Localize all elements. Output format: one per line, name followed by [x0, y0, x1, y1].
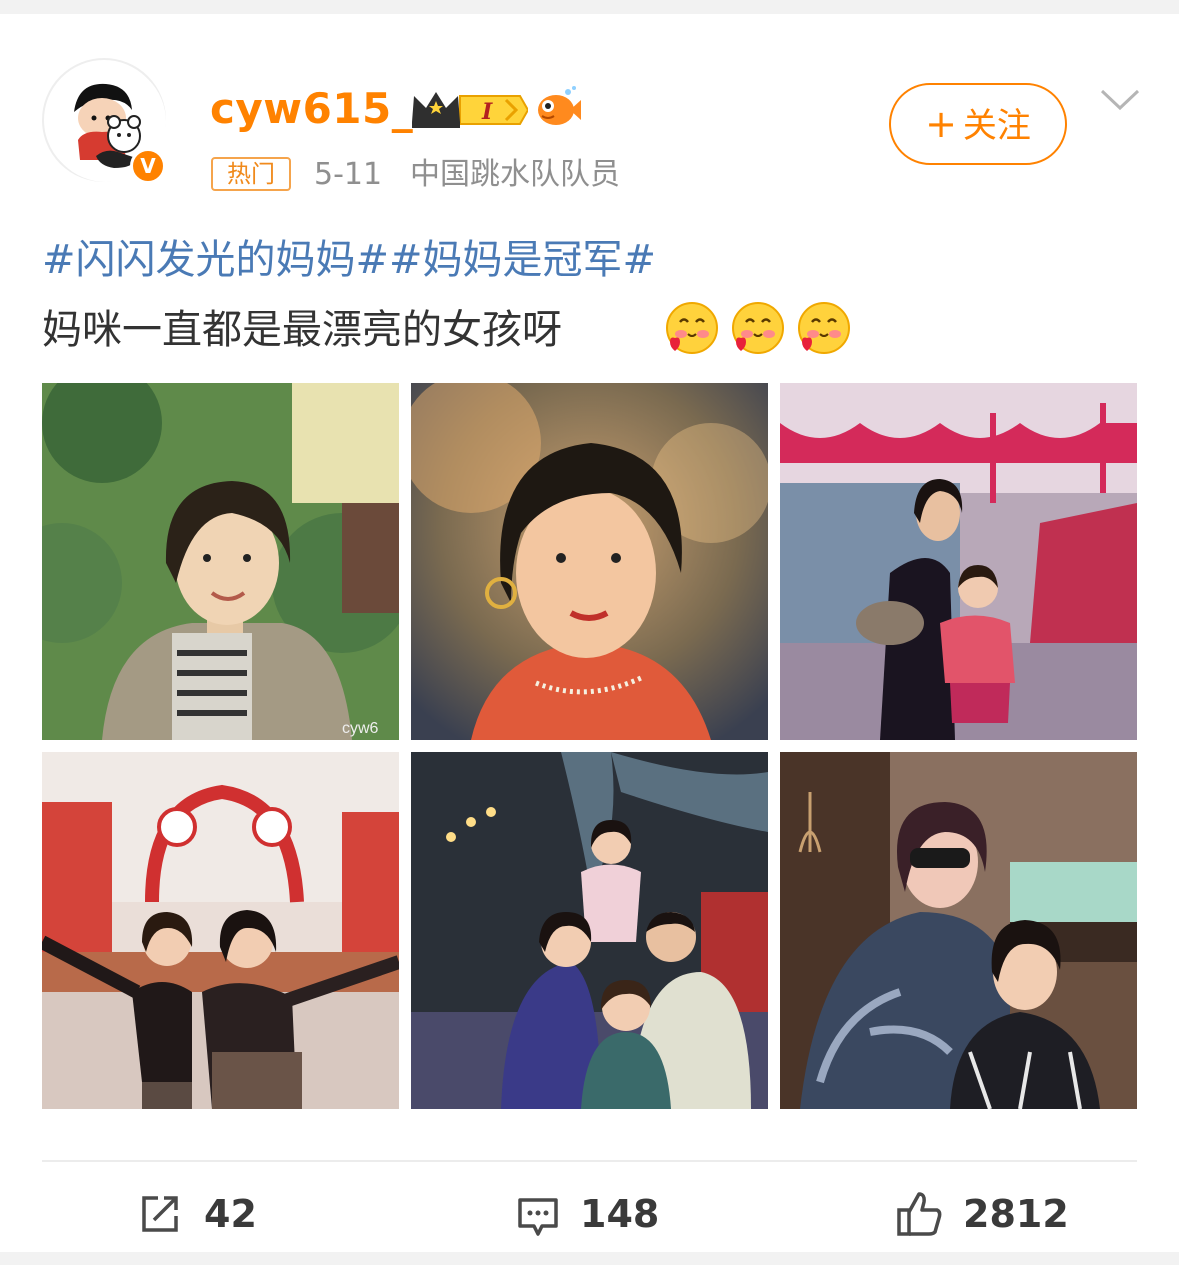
- level-badge: I: [481, 99, 493, 125]
- thumbs-up-icon: [897, 1192, 942, 1236]
- repost-icon: [142, 1196, 178, 1232]
- username[interactable]: cyw615_: [210, 84, 413, 134]
- photo-4[interactable]: [42, 752, 399, 1109]
- love-face-emoji-icon: [798, 302, 850, 354]
- top-separator: [0, 0, 1179, 14]
- fish-icon: [538, 86, 581, 125]
- follow-button[interactable]: + 关注: [889, 83, 1067, 165]
- like-count: 2812: [963, 1192, 1069, 1236]
- photo-1[interactable]: cyw6: [42, 383, 399, 740]
- crown-icon: I: [412, 92, 530, 128]
- bottom-separator: [0, 1252, 1179, 1265]
- fish-badge[interactable]: [534, 86, 582, 134]
- member-crown-badge[interactable]: I: [408, 88, 530, 136]
- plus-icon: +: [925, 102, 957, 146]
- follow-label: 关注: [962, 106, 1031, 146]
- repost-button[interactable]: 42: [138, 1184, 278, 1244]
- repost-count: 42: [204, 1192, 257, 1236]
- hashtags[interactable]: #闪闪发光的妈妈##妈妈是冠军#: [42, 234, 656, 286]
- weibo-post-card: V cyw615_ I 热门 5-11 中国跳水队队员 + 关注 #闪闪发光的妈…: [0, 14, 1179, 1252]
- user-description: 中国跳水队队员: [410, 157, 620, 192]
- emoji-row: [664, 300, 862, 360]
- like-button[interactable]: 2812: [895, 1184, 1075, 1244]
- post-date: 5-11: [314, 157, 383, 192]
- more-options-button[interactable]: [1100, 88, 1140, 116]
- comment-icon: [518, 1198, 558, 1236]
- love-face-emoji-icon: [732, 302, 784, 354]
- verified-badge: V: [130, 148, 166, 184]
- photo-6[interactable]: [780, 752, 1137, 1109]
- photo-5[interactable]: [411, 752, 768, 1109]
- action-divider: [42, 1160, 1137, 1162]
- post-body: 妈咪一直都是最漂亮的女孩呀: [42, 307, 562, 353]
- comment-count: 148: [580, 1192, 660, 1236]
- love-face-emoji-icon: [666, 302, 718, 354]
- photo-watermark: cyw6: [342, 720, 379, 737]
- chevron-down-icon: [1100, 89, 1140, 111]
- photo-3[interactable]: [780, 383, 1137, 740]
- photo-2[interactable]: [411, 383, 768, 740]
- comment-button[interactable]: 148: [516, 1184, 676, 1244]
- hot-tag: 热门: [211, 157, 291, 191]
